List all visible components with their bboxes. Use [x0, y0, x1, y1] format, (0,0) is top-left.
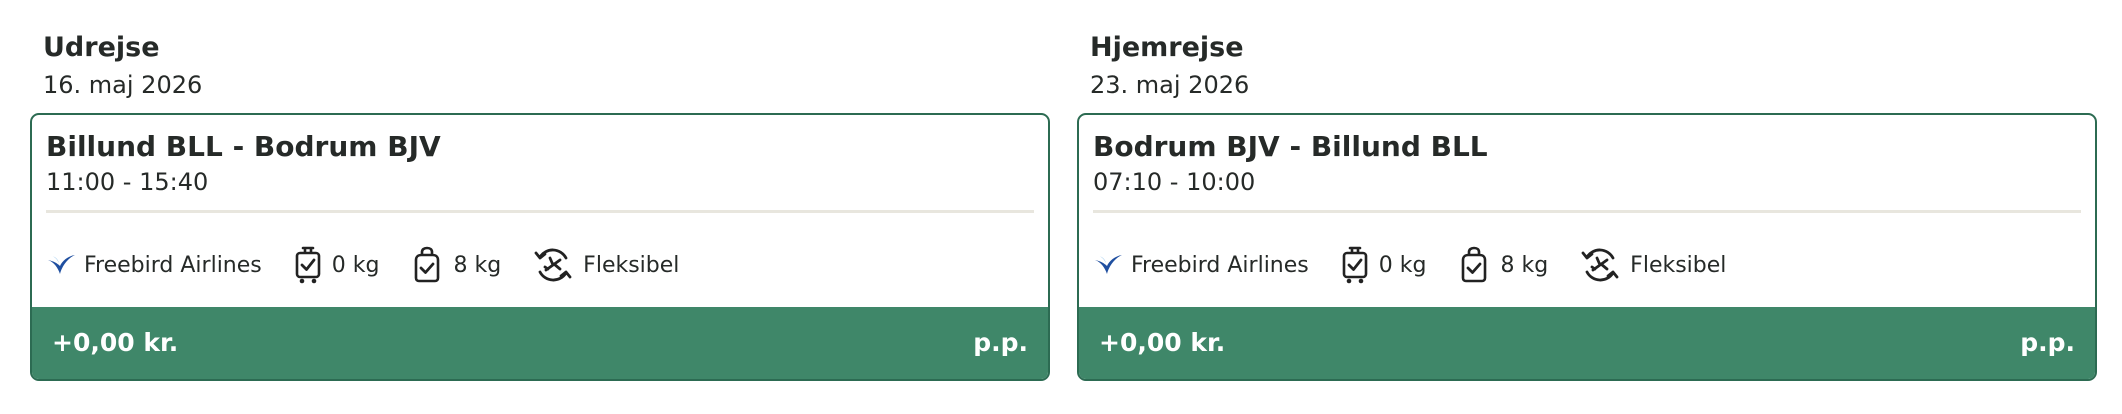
divider	[46, 210, 1034, 213]
hand-baggage-info: 8 kg	[1458, 246, 1548, 284]
freebird-logo-icon	[1093, 252, 1123, 278]
checked-baggage-weight: 0 kg	[331, 252, 380, 278]
flight-features: Freebird Airlines 0 kg 8 kg Fleksibel	[46, 241, 711, 289]
bag-check-icon	[1458, 246, 1490, 284]
hand-baggage-weight: 8 kg	[1500, 252, 1549, 278]
checked-baggage-weight: 0 kg	[1378, 252, 1427, 278]
checked-baggage-info: 0 kg	[294, 245, 380, 285]
checked-baggage-info: 0 kg	[1341, 245, 1427, 285]
suitcase-check-icon	[294, 245, 322, 285]
flight-time: 07:10 - 10:00	[1093, 168, 1256, 196]
airline-name: Freebird Airlines	[84, 252, 262, 278]
hand-baggage-info: 8 kg	[411, 246, 501, 284]
leg-title: Hjemrejse	[1090, 32, 1244, 63]
flight-route: Bodrum BJV - Billund BLL	[1093, 130, 1488, 163]
leg-title: Udrejse	[43, 32, 160, 63]
outbound-flight-card[interactable]: Billund BLL - Bodrum BJV 11:00 - 15:40 F…	[30, 113, 1050, 381]
flex-info: Fleksibel	[1580, 245, 1726, 285]
return-flight-card[interactable]: Bodrum BJV - Billund BLL 07:10 - 10:00 F…	[1077, 113, 2097, 381]
flight-time: 11:00 - 15:40	[46, 168, 209, 196]
flex-info: Fleksibel	[533, 245, 679, 285]
flex-label: Fleksibel	[1630, 252, 1727, 278]
plane-refresh-icon	[1580, 245, 1620, 285]
price-bar: +0,00 kr. p.p.	[32, 307, 1048, 379]
price-bar: +0,00 kr. p.p.	[1079, 307, 2095, 379]
airline-info: Freebird Airlines	[46, 252, 262, 278]
plane-refresh-icon	[533, 245, 573, 285]
divider	[1093, 210, 2081, 213]
return-leg: Hjemrejse 23. maj 2026 Bodrum BJV - Bill…	[1077, 30, 2097, 381]
per-person-label: p.p.	[973, 328, 1028, 357]
outbound-leg: Udrejse 16. maj 2026 Billund BLL - Bodru…	[30, 30, 1050, 381]
airline-name: Freebird Airlines	[1131, 252, 1309, 278]
hand-baggage-weight: 8 kg	[453, 252, 502, 278]
bag-check-icon	[411, 246, 443, 284]
freebird-logo-icon	[46, 252, 76, 278]
price-delta: +0,00 kr.	[52, 328, 179, 357]
leg-date: 23. maj 2026	[1090, 71, 1250, 99]
flight-summary: Udrejse 16. maj 2026 Billund BLL - Bodru…	[0, 0, 2122, 414]
flex-label: Fleksibel	[583, 252, 680, 278]
price-delta: +0,00 kr.	[1099, 328, 1226, 357]
flight-features: Freebird Airlines 0 kg 8 kg Fleksibel	[1093, 241, 1758, 289]
suitcase-check-icon	[1341, 245, 1369, 285]
leg-date: 16. maj 2026	[43, 71, 203, 99]
flight-route: Billund BLL - Bodrum BJV	[46, 130, 441, 163]
per-person-label: p.p.	[2020, 328, 2075, 357]
airline-info: Freebird Airlines	[1093, 252, 1309, 278]
